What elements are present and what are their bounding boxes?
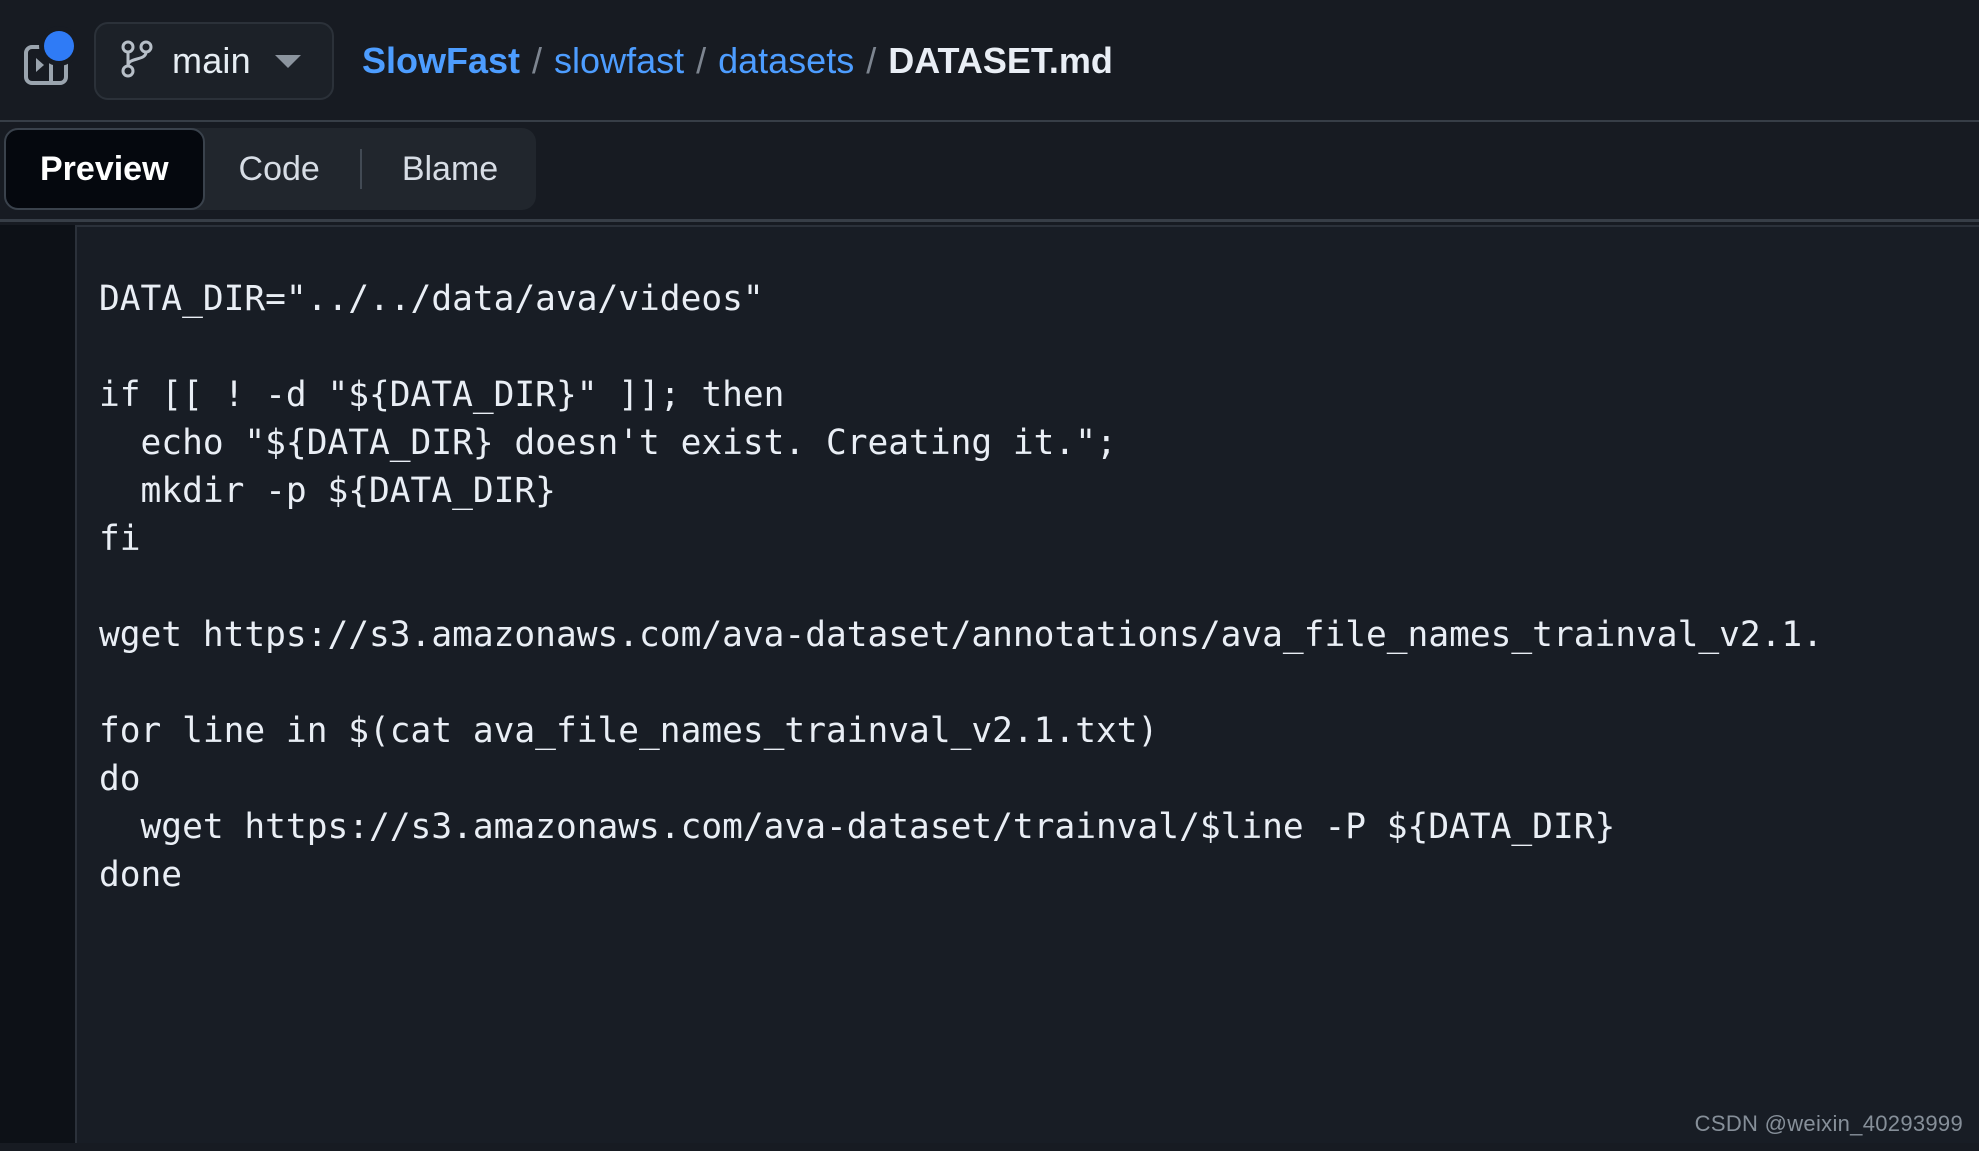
code-line: DATA_DIR="../../data/ava/videos" <box>99 279 764 319</box>
notification-dot-icon <box>44 31 74 61</box>
watermark-label: CSDN @weixin_40293999 <box>1694 1111 1963 1136</box>
breadcrumb-item-slowfast[interactable]: slowfast <box>554 40 684 82</box>
branch-icon <box>120 39 154 84</box>
chevron-down-icon <box>274 54 301 68</box>
breadcrumb-separator: / <box>532 40 543 81</box>
code-line: if [[ ! -d "${DATA_DIR}" ]]; then <box>99 375 785 415</box>
code-line: for line in $(cat ava_file_names_trainva… <box>99 711 1159 751</box>
code-line: wget https://s3.amazonaws.com/ava-datase… <box>99 807 1616 847</box>
tab-group: Preview Code Blame <box>4 128 537 210</box>
breadcrumb-separator: / <box>696 40 707 81</box>
bottom-edge-strip <box>0 1143 1979 1151</box>
code-panel: DATA_DIR="../../data/ava/videos" if [[ !… <box>75 225 1979 1143</box>
breadcrumb-item-datasets[interactable]: datasets <box>718 40 854 82</box>
tab-preview[interactable]: Preview <box>4 128 205 210</box>
breadcrumb: SlowFast / slowfast / datasets / DATASET… <box>362 40 1113 82</box>
tab-blame[interactable]: Blame <box>368 128 532 210</box>
tab-bar: Preview Code Blame <box>0 122 1979 222</box>
code-line: do <box>99 759 141 799</box>
code-line: fi <box>99 519 141 559</box>
tab-code[interactable]: Code <box>205 128 354 210</box>
code-line: wget https://s3.amazonaws.com/ava-datase… <box>99 615 1823 655</box>
branch-name-label: main <box>172 40 251 81</box>
breadcrumb-item-current-file: DATASET.md <box>888 40 1113 81</box>
code-line: echo "${DATA_DIR} doesn't exist. Creatin… <box>99 423 1117 463</box>
breadcrumb-item-repo[interactable]: SlowFast <box>362 40 520 82</box>
file-content-area: DATA_DIR="../../data/ava/videos" if [[ !… <box>0 225 1979 1143</box>
breadcrumb-separator: / <box>866 40 877 81</box>
branch-picker-button[interactable]: main <box>94 22 334 100</box>
code-line: done <box>99 855 183 895</box>
code-block[interactable]: DATA_DIR="../../data/ava/videos" if [[ !… <box>77 227 1979 899</box>
tab-divider <box>359 149 362 189</box>
open-side-panel-icon[interactable] <box>14 29 78 93</box>
header-bar: main SlowFast / slowfast / datasets / DA… <box>0 0 1979 122</box>
code-line: mkdir -p ${DATA_DIR} <box>99 471 556 511</box>
